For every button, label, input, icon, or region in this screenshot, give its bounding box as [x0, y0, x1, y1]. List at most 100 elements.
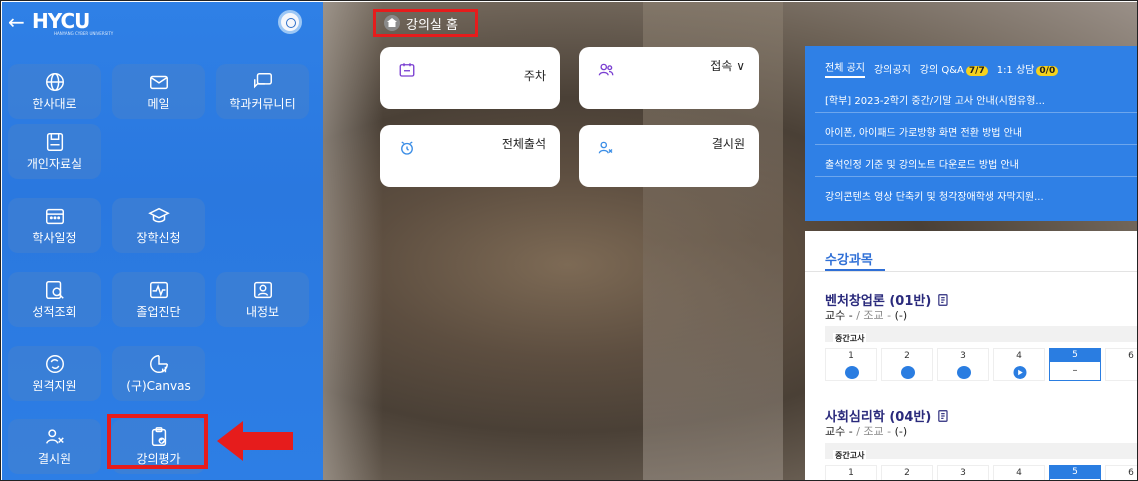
tile-personal-files[interactable]: 개인자료실 [8, 124, 101, 179]
week-cell[interactable]: 1 [825, 465, 877, 480]
tile-label: (구)Canvas [126, 379, 191, 393]
save-icon [8, 131, 101, 153]
card-absence[interactable]: 결시원 [579, 125, 759, 187]
tab-all-notices[interactable]: 전체 공지 [825, 59, 865, 78]
breadcrumb-label: 강의실 홈 [406, 17, 458, 33]
tile-graduation-check[interactable]: 졸업진단 [112, 272, 205, 327]
red-arrow-annotation [217, 421, 293, 461]
logo-subtitle: HANYANG CYBER UNIVERSITY [54, 31, 114, 36]
graduation-cap-icon [112, 205, 205, 227]
card-label: 전체출석 [501, 137, 546, 151]
divider [815, 144, 1137, 145]
syllabus-icon [938, 294, 948, 306]
week-progress: 1 2 3 4 5– 6 [825, 348, 1137, 381]
completed-dot-icon [901, 366, 915, 379]
week-cell-current[interactable]: 5– [1049, 348, 1101, 381]
week-cell[interactable]: 4 [993, 348, 1045, 381]
exam-label: 중간고사 [833, 450, 867, 461]
notice-item[interactable]: 강의콘텐츠 영상 단축키 및 청각장애학생 자막지원... [825, 188, 1044, 203]
notice-panel: 전체 공지 강의공지 강의 Q&A 7/7 1:1 상담 0/0 [학부] 2023… [805, 46, 1137, 221]
week-cell[interactable]: 6 [1105, 348, 1137, 381]
globe-icon [8, 71, 101, 93]
breadcrumb[interactable]: 강의실 홈 [373, 9, 478, 37]
home-icon [384, 15, 400, 31]
tile-scholarship[interactable]: 장학신청 [112, 198, 205, 253]
consult-count-badge: 0/0 [1036, 66, 1059, 76]
tile-label: 원격지원 [32, 379, 77, 393]
mail-icon [112, 71, 205, 93]
week-cell[interactable]: 2 [881, 348, 933, 381]
exam-bar: 중간고사 [825, 443, 1137, 461]
card-label: 접속 ∨ [710, 59, 745, 73]
completed-dot-icon [957, 366, 971, 379]
tile-label: 학과커뮤니티 [229, 97, 296, 111]
university-emblem-icon[interactable] [278, 10, 302, 34]
notice-item[interactable]: 아이폰, 아이패드 가로방향 화면 전환 방법 안내 [825, 124, 1022, 139]
sidebar: ← HYCU HANYANG CYBER UNIVERSITY 한사대로 메일 … [2, 2, 323, 480]
tile-hansadaero[interactable]: 한사대로 [8, 64, 101, 119]
tile-label: 개인자료실 [26, 157, 83, 171]
refresh-icon [8, 353, 101, 375]
alarm-icon [398, 139, 416, 161]
user-x-icon [8, 426, 101, 448]
tab-consulting[interactable]: 1:1 상담 0/0 [997, 61, 1059, 76]
tile-mail[interactable]: 메일 [112, 64, 205, 119]
card-total-attendance[interactable]: 전체출석 [380, 125, 560, 187]
arrow-left-icon[interactable]: ← [8, 10, 25, 34]
tab-course-qa[interactable]: 강의 Q&A 7/7 [920, 61, 988, 76]
tile-absence-request[interactable]: 결시원 [8, 419, 101, 474]
chart-icon [112, 353, 205, 375]
notice-item[interactable]: 출석인정 기준 및 강의노트 다운로드 방법 안내 [825, 156, 1019, 171]
screenshot-frame: ← HYCU HANYANG CYBER UNIVERSITY 한사대로 메일 … [0, 0, 1138, 481]
notice-item[interactable]: [학부] 2023-2학기 중간/기말 고사 안내(시험유형... [825, 92, 1045, 107]
tile-label: 내정보 [245, 305, 280, 319]
exam-label: 중간고사 [833, 333, 867, 344]
user-x-icon [597, 139, 615, 161]
week-cell[interactable]: 3 [937, 348, 989, 381]
completed-dot-icon [845, 366, 859, 379]
card-label: 결시원 [711, 137, 745, 151]
courses-panel: 수강과목 벤처창업론 (01반) 교수 - / 조교 - (-) 중간고사 1 … [805, 231, 1137, 480]
chat-icon [216, 71, 309, 93]
activity-icon [112, 279, 205, 301]
week-progress: 1 2 3 4 5 6 [825, 465, 1137, 480]
tile-old-canvas[interactable]: (구)Canvas [112, 346, 205, 401]
tile-label: 메일 [147, 97, 170, 111]
week-cell[interactable]: 2 [881, 465, 933, 480]
divider [815, 176, 1137, 177]
tile-community[interactable]: 학과커뮤니티 [216, 64, 309, 119]
notice-tabs: 전체 공지 강의공지 강의 Q&A 7/7 1:1 상담 0/0 [825, 59, 1059, 78]
tile-label: 결시원 [37, 452, 72, 466]
tile-label: 성적조회 [32, 305, 77, 319]
week-cell[interactable]: 4 [993, 465, 1045, 480]
highlight-box-course-evaluation [107, 414, 208, 469]
calendar-icon [398, 61, 416, 83]
week-cell[interactable]: 1 [825, 348, 877, 381]
tile-remote-support[interactable]: 원격지원 [8, 346, 101, 401]
logo[interactable]: HYCU HANYANG CYBER UNIVERSITY [32, 9, 113, 36]
search-doc-icon [8, 279, 101, 301]
tile-grades[interactable]: 성적조회 [8, 272, 101, 327]
calendar-icon [8, 205, 101, 227]
chevron-down-icon[interactable]: ∨ [736, 59, 745, 73]
card-week[interactable]: 주차 [380, 47, 560, 109]
play-icon [1013, 366, 1027, 379]
qa-count-badge: 7/7 [965, 66, 988, 76]
users-icon [597, 61, 615, 83]
week-cell[interactable]: 6 [1105, 465, 1137, 480]
syllabus-icon [938, 410, 948, 422]
tile-my-info[interactable]: 내정보 [216, 272, 309, 327]
divider [805, 271, 1137, 272]
tab-course-notices[interactable]: 강의공지 [874, 61, 911, 76]
week-cell[interactable]: 3 [937, 465, 989, 480]
card-label: 주차 [523, 69, 546, 83]
exam-bar: 중간고사 [825, 326, 1137, 344]
tile-label: 학사일정 [32, 231, 77, 245]
tile-label: 졸업진단 [136, 305, 181, 319]
card-access[interactable]: 접속 ∨ [579, 47, 759, 109]
course-staff: 교수 - / 조교 - (-) [825, 425, 908, 438]
week-cell-current[interactable]: 5 [1049, 465, 1101, 480]
tile-academic-calendar[interactable]: 학사일정 [8, 198, 101, 253]
id-card-icon [216, 279, 309, 301]
tab-enrolled-courses[interactable]: 수강과목 [825, 249, 873, 268]
